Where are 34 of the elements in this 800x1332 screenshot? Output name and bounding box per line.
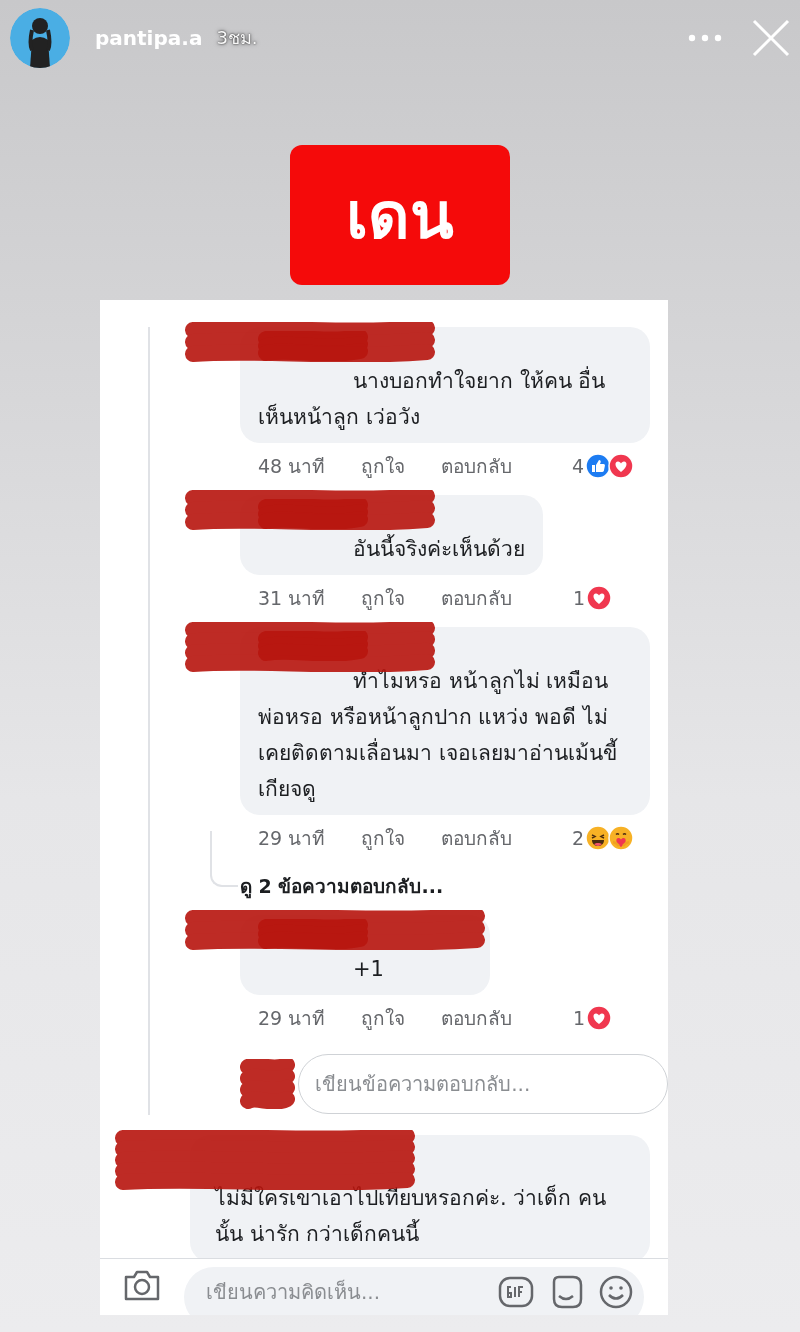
comment-time: 29 นาที — [258, 826, 326, 851]
sticker-label: เดน — [290, 145, 510, 285]
view-replies-link[interactable]: ดู 2 ข้อความตอบกลับ... — [240, 875, 444, 897]
hugging-face-icon — [608, 825, 634, 851]
thread-connector — [210, 831, 238, 887]
emoji-icon[interactable] — [598, 1274, 634, 1310]
like-link[interactable]: ถูกใจ — [361, 1003, 406, 1033]
comment-text: อันนี้จริงค่ะเห็นด้วย — [258, 531, 525, 567]
gif-icon[interactable] — [498, 1274, 534, 1310]
reply-field[interactable]: เขียนข้อความตอบกลับ... — [298, 1054, 668, 1114]
reaction-count: 1 — [572, 587, 585, 609]
reply-link[interactable]: ตอบกลับ — [441, 1003, 513, 1033]
profile-avatar[interactable] — [10, 7, 70, 68]
comment-time: 31 นาที — [258, 586, 326, 611]
comment-time: 48 นาที — [258, 454, 326, 479]
laughing-face-icon — [585, 825, 611, 851]
like-link[interactable]: ถูกใจ — [361, 583, 406, 613]
comment-text: +1 — [352, 956, 385, 983]
reaction-count: 2 — [571, 827, 584, 849]
comment-text: ทำไมหรอ หน้าลูกไม่ เหมือนพ่อหรอ หรือหน้าลูกปาก แหว่ง พอดี ไม่เคยติดตามเลื่อนมา เจอเลยมาอ่านเม้นขี้เกียจดู — [258, 668, 619, 804]
post-time: 3ชม. — [216, 26, 258, 50]
redaction-mark — [240, 1059, 295, 1109]
reply-link[interactable]: ตอบกลับ — [441, 823, 513, 853]
like-link[interactable]: ถูกใจ — [361, 823, 406, 853]
reaction-count: 1 — [572, 1007, 585, 1029]
comment-field[interactable]: เขียนความคิดเห็น... — [184, 1267, 644, 1315]
reply-link[interactable]: ตอบกลับ — [441, 451, 513, 481]
like-link[interactable]: ถูกใจ — [361, 451, 406, 481]
thumbs-up-icon — [585, 453, 611, 479]
reply-link[interactable]: ตอบกลับ — [441, 583, 513, 613]
comment-text: นางบอกทำใจยาก ให้คน อื่นเห็นหน้าลูก เว่อวัง — [258, 363, 632, 435]
comment-text: ไม่มีใครเขาเอาไปเทียบหรอกค่ะ. ว่าเด็ก คนนั้น น่ารัก กว่าเด็กคนนี้ — [215, 1183, 608, 1248]
reaction-count: 4 — [571, 455, 584, 477]
comment-time: 29 นาที — [258, 1006, 326, 1031]
